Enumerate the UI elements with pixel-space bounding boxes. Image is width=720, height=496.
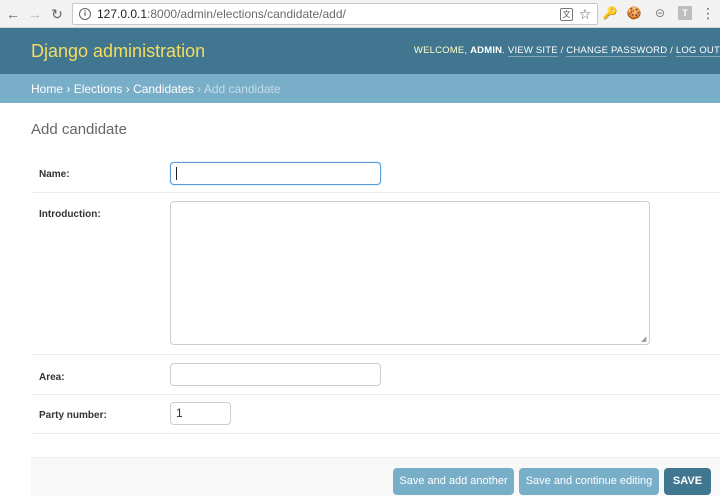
info-icon[interactable]: i xyxy=(79,8,91,20)
bookmark-star-icon[interactable]: ☆ xyxy=(577,6,593,22)
browser-toolbar: ← → ↻ i 127.0.0.1:8000/admin/elections/c… xyxy=(0,0,720,28)
change-password-link[interactable]: CHANGE PASSWORD xyxy=(566,45,668,57)
party-number-input[interactable]: 1 xyxy=(170,402,231,425)
save-and-continue-button[interactable]: Save and continue editing xyxy=(519,468,659,495)
area-input[interactable] xyxy=(170,363,381,386)
url-path: :8000/admin/elections/candidate/add/ xyxy=(147,7,346,21)
submit-row: Save and add another Save and continue e… xyxy=(31,457,720,496)
key-extension-icon[interactable]: 🔑 xyxy=(602,5,618,21)
forward-arrow-icon[interactable]: → xyxy=(26,5,44,23)
save-and-add-another-button[interactable]: Save and add another xyxy=(393,468,514,495)
breadcrumb-separator: › xyxy=(197,82,202,96)
form-row-area: Area: xyxy=(31,355,720,395)
site-branding[interactable]: Django administration xyxy=(31,41,205,62)
cookie-extension-icon[interactable]: 🍪 xyxy=(626,5,642,21)
area-label: Area: xyxy=(39,372,65,383)
user-tools: WELCOME, ADMIN. VIEW SITE / CHANGE PASSW… xyxy=(413,45,720,57)
url-host: 127.0.0.1 xyxy=(97,7,148,21)
party-number-value: 1 xyxy=(176,406,183,420)
view-site-link[interactable]: VIEW SITE xyxy=(507,45,558,57)
form-row-party-number: Party number: 1 xyxy=(31,395,720,434)
translate-icon[interactable]: 文 xyxy=(560,8,573,21)
breadcrumb-candidates[interactable]: Candidates xyxy=(133,82,194,96)
admin-header: Django administration WELCOME, ADMIN. VI… xyxy=(0,28,720,74)
address-bar[interactable]: i 127.0.0.1:8000/admin/elections/candida… xyxy=(72,3,598,25)
resize-handle-icon[interactable]: ◢ xyxy=(641,336,648,343)
back-arrow-icon[interactable]: ← xyxy=(4,5,22,23)
breadcrumb-separator: › xyxy=(125,82,130,96)
block-extension-icon[interactable]: ⊝ xyxy=(652,5,668,21)
name-label: Name: xyxy=(39,169,70,180)
breadcrumb-home[interactable]: Home xyxy=(31,82,63,96)
url-text: 127.0.0.1:8000/admin/elections/candidate… xyxy=(97,7,346,21)
name-input[interactable] xyxy=(170,162,381,185)
breadcrumb-separator: › xyxy=(66,82,71,96)
introduction-textarea[interactable]: ◢ xyxy=(170,201,650,345)
breadcrumb-current: Add candidate xyxy=(203,82,281,96)
page-title: Add candidate xyxy=(31,121,127,138)
reload-icon[interactable]: ↻ xyxy=(48,5,66,23)
form-row-name: Name: xyxy=(31,152,720,193)
text-caret xyxy=(176,167,177,180)
breadcrumb-elections[interactable]: Elections xyxy=(74,82,123,96)
introduction-label: Introduction: xyxy=(39,209,101,220)
browser-menu-icon[interactable]: ⋮ xyxy=(700,5,716,21)
welcome-text: WELCOME, xyxy=(413,45,471,56)
t-extension-icon[interactable]: T xyxy=(678,6,692,20)
save-button[interactable]: SAVE xyxy=(664,468,711,495)
username: ADMIN xyxy=(470,45,503,56)
breadcrumb: Home › Elections › Candidates › Add cand… xyxy=(0,74,720,103)
log-out-link[interactable]: LOG OUT xyxy=(675,45,720,57)
party-number-label: Party number: xyxy=(39,410,107,421)
form-row-introduction: Introduction: ◢ xyxy=(31,193,720,355)
